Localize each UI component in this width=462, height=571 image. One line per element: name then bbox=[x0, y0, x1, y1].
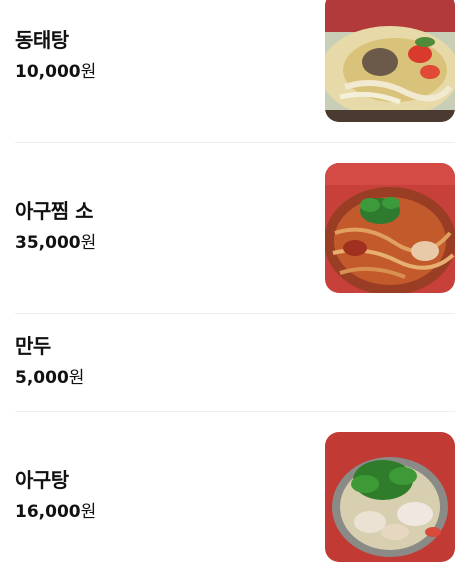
menu-item-name: 아구탕 bbox=[15, 468, 69, 492]
menu-list: 동태탕 10,000원 아구찜 소 35,000원 만두 5,000원 아구탕 … bbox=[0, 0, 462, 571]
price-unit: 원 bbox=[68, 368, 85, 388]
food-photo-image bbox=[325, 163, 455, 293]
menu-item-name: 만두 bbox=[15, 334, 51, 358]
price-value: 16,000 bbox=[15, 502, 81, 522]
food-photo-image bbox=[325, 432, 455, 562]
menu-item-name: 아구찜 소 bbox=[15, 199, 94, 223]
food-photo[interactable] bbox=[325, 163, 455, 293]
menu-item-mandu[interactable]: 만두 5,000원 bbox=[15, 314, 455, 411]
food-photo[interactable] bbox=[325, 432, 455, 562]
menu-item-agutang[interactable]: 아구탕 16,000원 bbox=[15, 412, 455, 571]
menu-item-name: 동태탕 bbox=[15, 28, 69, 52]
price-unit: 원 bbox=[80, 233, 97, 253]
price-value: 5,000 bbox=[15, 368, 69, 388]
menu-item-dongtaetang[interactable]: 동태탕 10,000원 bbox=[15, 0, 455, 142]
food-photo[interactable] bbox=[325, 0, 455, 122]
price-value: 35,000 bbox=[15, 233, 81, 253]
price-unit: 원 bbox=[80, 502, 97, 522]
food-photo-image bbox=[325, 0, 455, 122]
menu-item-agujjim-small[interactable]: 아구찜 소 35,000원 bbox=[15, 143, 455, 313]
price-value: 10,000 bbox=[15, 62, 81, 82]
menu-item-price: 5,000원 bbox=[15, 367, 84, 389]
menu-item-price: 16,000원 bbox=[15, 501, 96, 523]
price-unit: 원 bbox=[80, 62, 97, 82]
menu-item-price: 35,000원 bbox=[15, 232, 96, 254]
menu-item-price: 10,000원 bbox=[15, 61, 96, 83]
